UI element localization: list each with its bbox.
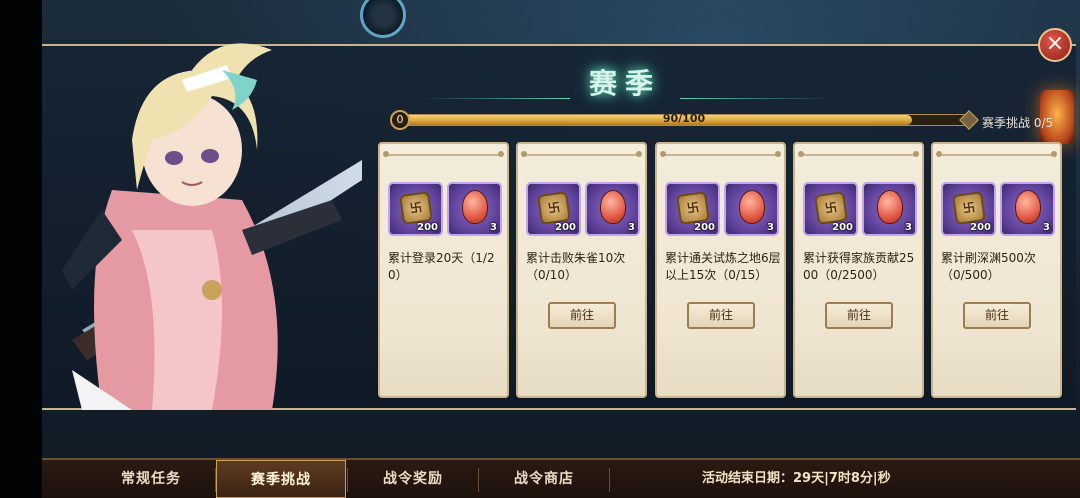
event-end-date: 活动结束日期：29天|7时8分|秒 (702, 471, 891, 486)
go-button[interactable]: 前往 (548, 302, 616, 329)
egg-icon (600, 190, 626, 224)
left-bezel (0, 0, 42, 498)
coin-icon: 卐 (814, 191, 848, 225)
reward-quantity: 200 (970, 222, 991, 233)
reward-quantity: 3 (1043, 222, 1050, 233)
task-description: 累计通关试炼之地6层以上15次（0/15） (665, 251, 781, 282)
egg-icon (739, 190, 765, 224)
task-description: 累计刷深渊500次（0/500） (941, 251, 1036, 282)
coin-icon: 卐 (952, 191, 986, 225)
reward-quantity: 200 (417, 222, 438, 233)
egg-icon (462, 190, 488, 224)
go-button[interactable]: 前往 (687, 302, 755, 329)
task-card: 卐 200 3 累计击败朱雀10次（0/10） 前往 (516, 142, 647, 398)
reward-coin-slot[interactable]: 卐 200 (803, 182, 858, 236)
season-progress-bar: 0 90/100 (390, 110, 979, 130)
coin-icon: 卐 (399, 191, 433, 225)
character-illustration (62, 43, 362, 410)
card-top-ornament (936, 151, 1057, 157)
tab-divider (609, 468, 610, 492)
close-button[interactable]: × (1038, 28, 1072, 62)
page-title: 赛季 (588, 67, 661, 100)
reward-coin-slot[interactable]: 卐 200 (526, 182, 581, 236)
egg-icon (877, 190, 903, 224)
task-card: 卐 200 3 累计获得家族贡献2500（0/2500） 前往 (793, 142, 924, 398)
reward-quantity: 200 (694, 222, 715, 233)
card-top-ornament (521, 151, 642, 157)
tab-pass-shop[interactable]: 战令商店 (479, 460, 609, 498)
season-challenge-count: 赛季挑战 0/5 (982, 116, 1054, 130)
task-description: 累计击败朱雀10次（0/10） (526, 251, 626, 282)
egg-icon (1015, 190, 1041, 224)
reward-quantity: 3 (767, 222, 774, 233)
task-card: 卐 200 3 累计通关试炼之地6层以上15次（0/15） 前往 (655, 142, 786, 398)
progress-text: 90/100 (662, 112, 706, 125)
reward-coin-slot[interactable]: 卐 200 (941, 182, 996, 236)
reward-coin-slot[interactable]: 卐 200 (665, 182, 720, 236)
reward-egg-slot[interactable]: 3 (724, 182, 779, 236)
task-description: 累计获得家族贡献2500（0/2500） (803, 251, 915, 282)
reward-quantity: 3 (490, 222, 497, 233)
bottom-tab-bar: 常规任务 赛季挑战 战令奖励 战令商店 活动结束日期：29天|7时8分|秒 (42, 458, 1080, 498)
card-top-ornament (798, 151, 919, 157)
card-top-ornament (383, 151, 504, 157)
reward-egg-slot[interactable]: 3 (447, 182, 502, 236)
reward-quantity: 3 (905, 222, 912, 233)
title-line-right (680, 98, 830, 99)
card-top-ornament (660, 151, 781, 157)
go-button[interactable]: 前往 (963, 302, 1031, 329)
task-card: 卐 200 3 累计刷深渊500次（0/500） 前往 (931, 142, 1062, 398)
reward-egg-slot[interactable]: 3 (862, 182, 917, 236)
task-description: 累计登录20天（1/20） (388, 251, 495, 282)
reward-quantity: 200 (555, 222, 576, 233)
coin-icon: 卐 (537, 191, 571, 225)
title-line-left (420, 98, 570, 99)
tab-season-challenge[interactable]: 赛季挑战 (216, 460, 346, 498)
tab-pass-rewards[interactable]: 战令奖励 (348, 460, 478, 498)
coin-icon: 卐 (676, 191, 710, 225)
task-card: 卐 200 3 累计登录20天（1/20） (378, 142, 509, 398)
reward-egg-slot[interactable]: 3 (1000, 182, 1055, 236)
reward-coin-slot[interactable]: 卐 200 (388, 182, 443, 236)
reward-quantity: 3 (628, 222, 635, 233)
tab-regular-tasks[interactable]: 常规任务 (86, 460, 216, 498)
go-button[interactable]: 前往 (825, 302, 893, 329)
reward-quantity: 200 (832, 222, 853, 233)
reward-egg-slot[interactable]: 3 (585, 182, 640, 236)
